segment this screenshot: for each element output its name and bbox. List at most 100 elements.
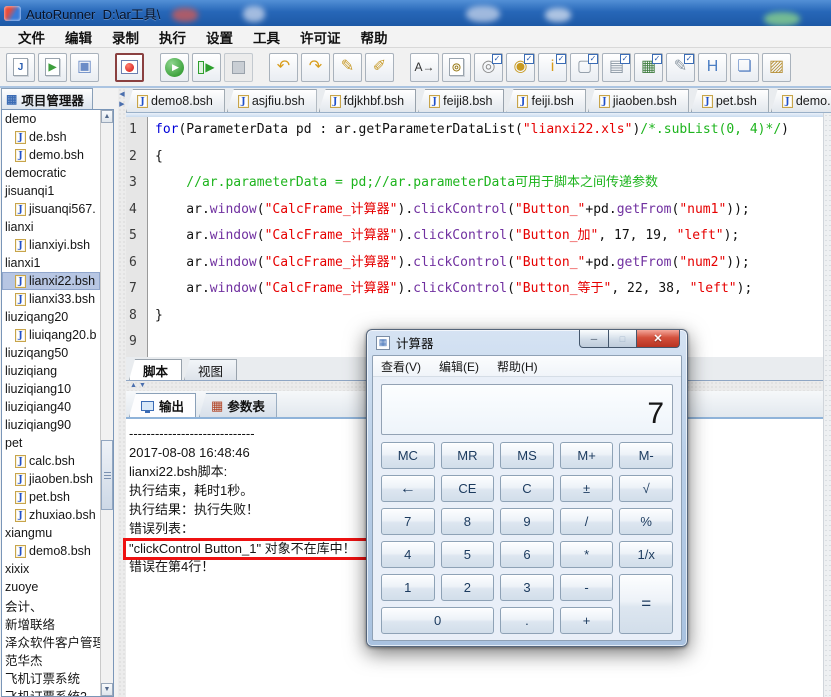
calc-button-percent[interactable]: % — [619, 508, 673, 535]
right-splitter-band[interactable] — [823, 113, 831, 697]
project-manager-header-tab[interactable]: ▦ 项目管理器 — [1, 88, 93, 109]
maximize-button[interactable]: □ — [609, 330, 636, 348]
calc-button-4[interactable]: 4 — [381, 541, 435, 568]
tree-item[interactable]: lianxi — [2, 218, 100, 236]
toolbar-undo-button[interactable]: ↶ — [269, 53, 298, 82]
tree-item[interactable]: liuziqiang90 — [2, 416, 100, 434]
calc-button-ms[interactable]: MS — [500, 442, 554, 469]
calc-button-plusminus[interactable]: ± — [560, 475, 614, 502]
code-editor[interactable]: 12345678910 for(ParameterData pd : ar.ge… — [126, 117, 831, 357]
toolbar-font-tool-button[interactable]: A→ — [410, 53, 439, 82]
tree-item[interactable]: pet — [2, 434, 100, 452]
tree-item[interactable]: zuoye — [2, 578, 100, 596]
editor-tab[interactable]: demo8.bsh — [126, 89, 225, 112]
calc-button-mr[interactable]: MR — [441, 442, 495, 469]
tree-item[interactable]: de.bsh — [2, 128, 100, 146]
editor-bottom-tab-0[interactable]: 脚本 — [129, 359, 182, 380]
toolbar-run-button[interactable]: ▶ — [160, 53, 189, 82]
calc-button-3[interactable]: 3 — [500, 574, 554, 601]
tree-item[interactable]: 飞机订票系统2 — [2, 686, 100, 696]
toolbar-check-form-button[interactable]: ▤✓ — [602, 53, 631, 82]
tree-item[interactable]: liuiqang20.b — [2, 326, 100, 344]
tree-item[interactable]: xixix — [2, 560, 100, 578]
splitter-collapse-up-icon[interactable]: ▲ — [130, 382, 139, 389]
calc-menu-item-1[interactable]: 编辑(E) — [439, 358, 479, 375]
tree-scrollbar[interactable]: ▲ ▼ — [100, 110, 113, 696]
calc-button-decimal[interactable]: . — [500, 607, 554, 634]
tree-item[interactable]: jisuanqi567. — [2, 200, 100, 218]
tree-item[interactable]: liuziqang50 — [2, 344, 100, 362]
output-tab-1[interactable]: ▦参数表 — [199, 393, 277, 417]
splitter-collapse-down-icon[interactable]: ▼ — [139, 382, 148, 389]
toolbar-check-info-button[interactable]: i✓ — [538, 53, 567, 82]
toolbar-check-value-button[interactable]: ◉✓ — [506, 53, 535, 82]
tree-item[interactable]: liuziqiang10 — [2, 380, 100, 398]
toolbar-check-area-button[interactable]: ▢✓ — [570, 53, 599, 82]
editor-tab[interactable]: jiaoben.bsh — [588, 89, 689, 112]
toolbar-pen-tool-button[interactable]: ✎ — [333, 53, 362, 82]
toolbar-check-table-button[interactable]: ▦✓ — [634, 53, 663, 82]
calc-menu-item-2[interactable]: 帮助(H) — [497, 358, 538, 375]
calc-button-c[interactable]: C — [500, 475, 554, 502]
calc-button-1[interactable]: 1 — [381, 574, 435, 601]
calc-button-7[interactable]: 7 — [381, 508, 435, 535]
calc-button-multiply[interactable]: * — [560, 541, 614, 568]
toolbar-save-button[interactable]: ▣ — [70, 53, 99, 82]
menu-item-1[interactable]: 编辑 — [55, 27, 102, 47]
toolbar-multi-pen-tool-button[interactable]: ✐ — [365, 53, 394, 82]
menu-item-0[interactable]: 文件 — [8, 27, 55, 47]
calc-menu-item-0[interactable]: 查看(V) — [381, 358, 421, 375]
tree-item[interactable]: jiaoben.bsh — [2, 470, 100, 488]
calc-button-plus[interactable]: + — [560, 607, 614, 634]
tree-item[interactable]: lianxi33.bsh — [2, 290, 100, 308]
calc-button-5[interactable]: 5 — [441, 541, 495, 568]
calc-button-ce[interactable]: CE — [441, 475, 495, 502]
tree-item[interactable]: 泽众软件客户管理 — [2, 632, 100, 650]
tree-item[interactable]: 范华杰 — [2, 650, 100, 668]
toolbar-object-library-button[interactable]: ◎ — [442, 53, 471, 82]
toolbar-check-object-button[interactable]: ◎✓ — [474, 53, 503, 82]
tree-item[interactable]: jisuanqi1 — [2, 182, 100, 200]
toolbar-sync-point-button[interactable]: H — [698, 53, 727, 82]
calc-button-2[interactable]: 2 — [441, 574, 495, 601]
tree-item[interactable]: lianxi1 — [2, 254, 100, 272]
scroll-down-icon[interactable]: ▼ — [101, 683, 113, 696]
scrollbar-thumb[interactable] — [101, 440, 113, 510]
tree-item[interactable]: zhuxiao.bsh — [2, 506, 100, 524]
calc-button-mc[interactable]: MC — [381, 442, 435, 469]
editor-bottom-tab-1[interactable]: 视图 — [184, 359, 237, 380]
toolbar-open-script-button[interactable]: ▶ — [38, 53, 67, 82]
calc-button-m-[interactable]: M- — [619, 442, 673, 469]
code-text[interactable]: for(ParameterData pd : ar.getParameterDa… — [148, 117, 789, 357]
tree-item[interactable]: xiangmu — [2, 524, 100, 542]
toolbar-redo-button[interactable]: ↷ — [301, 53, 330, 82]
editor-tab[interactable]: pet.bsh — [691, 89, 769, 112]
tree-item[interactable]: 新增联络 — [2, 614, 100, 632]
menu-item-4[interactable]: 设置 — [196, 27, 243, 47]
tree-item[interactable]: liuziqiang — [2, 362, 100, 380]
editor-tab[interactable]: fdjkhbf.bsh — [319, 89, 416, 112]
tree-item[interactable]: pet.bsh — [2, 488, 100, 506]
vertical-splitter[interactable]: ◀ ▶ — [118, 88, 126, 697]
menu-item-6[interactable]: 许可证 — [290, 27, 351, 47]
toolbar-check-script-button[interactable]: ✎✓ — [666, 53, 695, 82]
output-tab-0[interactable]: 输出 — [129, 393, 196, 417]
toolbar-comment-button[interactable]: ❏ — [730, 53, 759, 82]
calc-button-9[interactable]: 9 — [500, 508, 554, 535]
calc-button-minus[interactable]: - — [560, 574, 614, 601]
title-bar[interactable]: AutoRunner D:\ar工具\ — [0, 0, 831, 26]
tree-item[interactable]: liuziqang20 — [2, 308, 100, 326]
editor-tab[interactable]: demo.bsh — [771, 89, 831, 112]
tree-item[interactable]: demo8.bsh — [2, 542, 100, 560]
tree-item[interactable]: lianxi22.bsh — [2, 272, 100, 290]
menu-item-7[interactable]: 帮助 — [351, 27, 398, 47]
tree-item[interactable]: demo — [2, 110, 100, 128]
calc-button-sqrt[interactable]: √ — [619, 475, 673, 502]
tree-item[interactable]: demo.bsh — [2, 146, 100, 164]
tree-item[interactable]: 会计、 — [2, 596, 100, 614]
tree-item[interactable]: lianxiyi.bsh — [2, 236, 100, 254]
editor-tab[interactable]: feiji8.bsh — [418, 89, 504, 112]
toolbar-report-button[interactable]: ▨ — [762, 53, 791, 82]
calc-button-6[interactable]: 6 — [500, 541, 554, 568]
toolbar-stop-button[interactable] — [224, 53, 253, 82]
